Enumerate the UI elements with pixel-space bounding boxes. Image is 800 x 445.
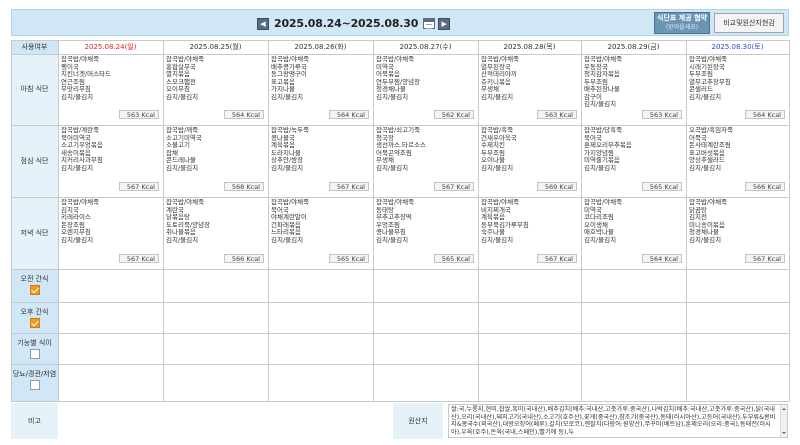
remark-input[interactable] [60, 404, 390, 438]
grid-line [11, 125, 789, 126]
grid-line [11, 197, 789, 198]
header-bar: ◀ 2025.08.24~2025.08.30 ▶ 식단표 제공 협약 (받아올… [11, 9, 789, 36]
grid-line [581, 40, 582, 401]
kcal-badge: 565 Kcal [642, 182, 682, 191]
menu-item: 김치/물김치 [689, 163, 722, 172]
meal-row-label: 저녁 식단 [11, 197, 58, 269]
grid-line [58, 40, 59, 401]
supply-agreement-label: 식단표 제공 협약 [657, 14, 707, 22]
origin-textarea[interactable]: 쌀:국,누룽지,현미,찹쌀,흑미(국내산),배추김치(배추:국내산,고춧가루:중… [448, 404, 788, 438]
option-row-label: 오후 간식 [20, 308, 49, 316]
kcal-badge: 567 Kcal [329, 182, 369, 191]
menu-item: 김치/물김치 [166, 92, 199, 101]
menu-item: 김치/물김치 [166, 235, 199, 244]
menu-item: 김치/물김치 [61, 235, 94, 244]
kcal-badge: 564 Kcal [642, 254, 682, 263]
use-header: 사용여부 [11, 40, 58, 54]
grid-line [11, 302, 789, 303]
menu-item: 김치/물김치 [271, 163, 304, 172]
origin-label: 원산지 [393, 403, 443, 439]
menu-item: 김치/물김치 [166, 163, 199, 172]
kcal-badge: 566 Kcal [224, 254, 264, 263]
kcal-badge: 566 Kcal [745, 182, 785, 191]
day-header: 2025.08.27(수) [399, 43, 452, 51]
option-row-label: 오전 간식 [20, 275, 49, 283]
option-checkbox[interactable] [30, 285, 40, 295]
day-header: 2025.08.25(월) [189, 43, 242, 51]
option-checkbox[interactable] [30, 349, 40, 359]
kcal-badge: 565 Kcal [434, 254, 474, 263]
option-checkbox[interactable] [30, 318, 40, 328]
remark-label: 비고 [11, 403, 58, 439]
grid-line [11, 54, 789, 55]
grid-line [373, 40, 374, 401]
kcal-badge: 567 Kcal [119, 254, 159, 263]
grid-line [11, 401, 789, 402]
menu-item: 소불고기 [166, 141, 190, 149]
kcal-badge: 567 Kcal [745, 254, 785, 263]
kcal-badge: 565 Kcal [329, 254, 369, 263]
option-row-label: 기능별 식이 [17, 339, 52, 347]
prev-week-button[interactable]: ◀ [257, 17, 269, 30]
grid-line [11, 40, 12, 401]
day-header: 2025.08.24(일) [84, 43, 137, 51]
kcal-badge: 564 Kcal [745, 110, 785, 119]
kcal-badge: 563 Kcal [642, 110, 682, 119]
week-navigator: ◀ 2025.08.24~2025.08.30 ▶ [257, 15, 451, 32]
meal-row-label: 점심 식단 [11, 125, 58, 197]
menu-item: 김치/물김치 [584, 100, 617, 108]
meal-row-label: 아침 식단 [11, 54, 58, 125]
menu-item: 김치/물김치 [689, 92, 722, 101]
grid-line [789, 40, 790, 401]
kcal-badge: 568 Kcal [224, 182, 264, 191]
grid-line [478, 40, 479, 401]
kcal-badge: 567 Kcal [119, 182, 159, 191]
kcal-badge: 569 Kcal [537, 182, 577, 191]
kcal-badge: 563 Kcal [537, 110, 577, 119]
grid-line [268, 40, 269, 401]
origin-text: 쌀:국,누룽지,현미,찹쌀,흑미(국내산),배추김치(배추:국내산,고춧가루:중… [451, 406, 776, 436]
day-header: 2025.08.26(화) [294, 43, 347, 51]
next-week-button[interactable]: ▶ [438, 17, 451, 30]
menu-item: 김치/물김치 [689, 235, 722, 244]
grid-line [11, 40, 789, 41]
grid-line [163, 40, 164, 401]
day-header: 2025.08.29(금) [607, 43, 660, 51]
menu-item: 김치/물김치 [481, 92, 514, 101]
grid-line [11, 364, 789, 365]
option-checkbox[interactable] [30, 380, 40, 390]
supply-agreement-sublabel: (받아올세요) [665, 24, 699, 31]
day-header: 2025.08.28(목) [503, 43, 556, 51]
menu-item: 김치/물김치 [376, 235, 409, 244]
origin-scrollbar[interactable] [780, 405, 787, 437]
menu-item: 김치/물김치 [481, 235, 514, 244]
compare-origin-button[interactable]: 비교및원산지현감 [714, 13, 784, 33]
kcal-badge: 564 Kcal [329, 110, 369, 119]
chevron-left-icon: ◀ [260, 19, 266, 28]
kcal-badge: 564 Kcal [224, 110, 264, 119]
calendar-icon[interactable] [423, 18, 436, 29]
day-header: 2025.08.30(토) [711, 43, 764, 51]
menu-item: 김치/물김치 [584, 163, 617, 172]
week-range-title: 2025.08.24~2025.08.30 [274, 17, 419, 30]
menu-item: 김치/물김치 [61, 163, 94, 172]
supply-agreement-button[interactable]: 식단표 제공 협약 (받아올세요) [654, 12, 710, 34]
menu-item: 김치/물김치 [271, 92, 304, 101]
menu-item: 김치/물김치 [481, 163, 514, 172]
grid-line [686, 40, 687, 401]
menu-item: 김치/물김치 [376, 92, 409, 101]
kcal-badge: 567 Kcal [434, 182, 474, 191]
chevron-right-icon: ▶ [441, 19, 447, 28]
grid-line [11, 269, 789, 270]
option-row-label: 당뇨/경관/저염 [12, 370, 57, 378]
menu-item: 김치/물김치 [376, 163, 409, 172]
kcal-badge: 562 Kcal [434, 110, 474, 119]
menu-item: 김치/물김치 [61, 92, 94, 101]
kcal-badge: 567 Kcal [537, 254, 577, 263]
menu-item: 김치/물김치 [584, 235, 617, 244]
menu-item: 김치/물김치 [271, 235, 304, 244]
grid-line [11, 333, 789, 334]
kcal-badge: 563 Kcal [119, 110, 159, 119]
